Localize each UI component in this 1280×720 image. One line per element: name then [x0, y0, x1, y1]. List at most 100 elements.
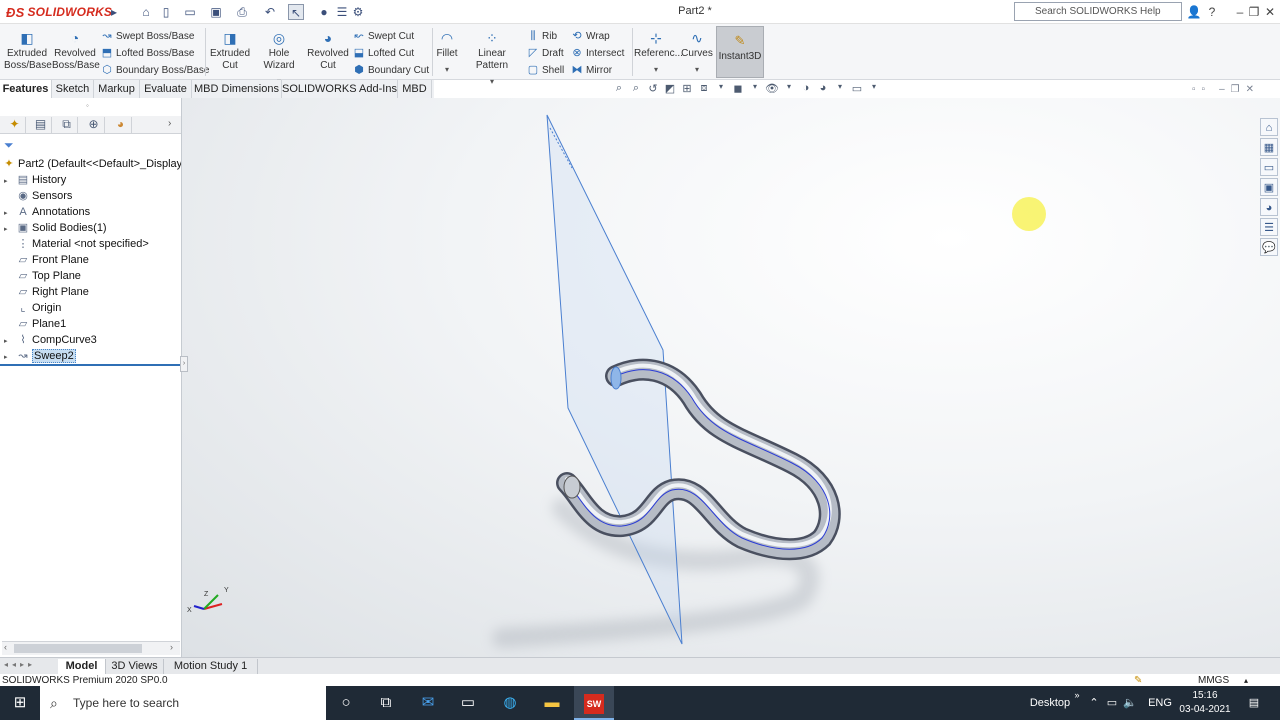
- tab-motion-study-1[interactable]: Motion Study 1: [164, 659, 258, 674]
- tab-model[interactable]: Model: [58, 659, 106, 674]
- revolved-cut-button[interactable]: ◕ Revolved Cut: [306, 26, 350, 78]
- terminal-icon[interactable]: ▭: [448, 686, 488, 720]
- notifications-icon[interactable]: ▤: [1244, 686, 1264, 720]
- tree-item[interactable]: ▱ Top Plane: [0, 268, 181, 284]
- tab-evaluate[interactable]: Evaluate: [140, 80, 192, 98]
- tab-features[interactable]: Features: [0, 80, 52, 98]
- edge-browser-icon[interactable]: ◍: [490, 686, 530, 720]
- expand-arrow-icon[interactable]: ▸: [4, 222, 12, 236]
- tab-scroll-icon[interactable]: ◂◂▸▸: [4, 660, 36, 669]
- desktop-toolbar[interactable]: Desktop: [1024, 686, 1076, 720]
- horizontal-scrollbar[interactable]: ‹ ›: [2, 641, 180, 655]
- display-manager-tab-icon[interactable]: ◕: [110, 117, 132, 133]
- mail-icon[interactable]: ✉: [408, 686, 448, 720]
- undo-icon[interactable]: ↶: [262, 4, 278, 20]
- chevron-down-icon[interactable]: ▾: [634, 64, 678, 76]
- revolved-boss-button[interactable]: ◔ Revolved Boss/Base: [52, 26, 100, 78]
- wrap-button[interactable]: ⟲ Wrap: [570, 28, 609, 44]
- display-style-icon[interactable]: ◼: [731, 82, 745, 98]
- swept-cut-button[interactable]: ↜ Swept Cut: [352, 28, 414, 44]
- task-view-icon[interactable]: ⧉: [366, 686, 406, 720]
- cortana-icon[interactable]: ○: [326, 686, 366, 720]
- rollback-bar[interactable]: [0, 364, 180, 366]
- configuration-manager-tab-icon[interactable]: ⧉: [56, 117, 78, 133]
- design-library-icon[interactable]: ▦: [1260, 138, 1278, 156]
- instant3d-button[interactable]: ✎ Instant3D: [716, 26, 764, 78]
- dynamic-annotation-icon[interactable]: ⊞: [680, 82, 694, 98]
- options-gear-icon[interactable]: ⚙: [350, 4, 366, 20]
- tab-3d-views[interactable]: 3D Views: [106, 659, 164, 674]
- tree-item[interactable]: ▸ ↝ Sweep2: [0, 348, 181, 364]
- help-search-input[interactable]: Search SOLIDWORKS Help: [1014, 2, 1182, 21]
- minimize-icon[interactable]: –: [1219, 84, 1225, 96]
- boundary-boss-button[interactable]: ⬡ Boundary Boss/Base: [100, 62, 209, 78]
- restore-icon[interactable]: ❐: [1231, 84, 1240, 96]
- sweep-profile-face[interactable]: [610, 366, 622, 390]
- filter-icon[interactable]: ⏷: [4, 138, 14, 153]
- chevron-down-icon[interactable]: ▾: [833, 82, 847, 98]
- chevron-down-icon[interactable]: ▾: [434, 64, 460, 76]
- mirror-button[interactable]: ⧓ Mirror: [570, 62, 613, 78]
- tab-sketch[interactable]: Sketch: [52, 80, 94, 98]
- scrollbar-thumb[interactable]: [14, 644, 142, 653]
- rebuild-icon[interactable]: ●: [316, 4, 332, 20]
- file-explorer-icon[interactable]: ▭: [1260, 158, 1278, 176]
- solidworks-logo[interactable]: ƉS SOLIDWORKS: [6, 3, 112, 21]
- draft-button[interactable]: ◸ Draft: [526, 45, 564, 61]
- tree-item[interactable]: ▱ Plane1: [0, 316, 181, 332]
- apply-scene-icon[interactable]: ◕: [816, 82, 830, 98]
- property-manager-tab-icon[interactable]: ▤: [30, 117, 52, 133]
- tab-mbd-dimensions[interactable]: MBD Dimensions: [192, 80, 282, 98]
- expand-arrow-icon[interactable]: ▸: [4, 350, 12, 364]
- appearances-icon[interactable]: ◕: [1260, 198, 1278, 216]
- linear-pattern-button[interactable]: ⁘ Linear Pattern ▾: [462, 26, 522, 86]
- print-icon[interactable]: ⎙: [234, 4, 250, 20]
- expand-arrow-icon[interactable]: ▸: [4, 174, 12, 188]
- scroll-right-icon[interactable]: ›: [170, 642, 173, 652]
- swept-boss-button[interactable]: ↝ Swept Boss/Base: [100, 28, 194, 44]
- panel-collapse-icon[interactable]: ›: [180, 356, 188, 372]
- chevron-right-icon[interactable]: »: [1072, 678, 1082, 712]
- close-icon[interactable]: ✕: [1246, 84, 1254, 96]
- file-properties-icon[interactable]: ☰: [334, 4, 350, 20]
- lofted-boss-button[interactable]: ⬒ Lofted Boss/Base: [100, 45, 195, 61]
- tab-markup[interactable]: Markup: [94, 80, 140, 98]
- tray-chevron-up-icon[interactable]: ⌃: [1086, 686, 1102, 720]
- expand-arrow-icon[interactable]: ▸: [4, 206, 12, 220]
- tree-item[interactable]: ▸ A Annotations: [0, 204, 181, 220]
- tile-icon[interactable]: ▫: [1192, 84, 1196, 96]
- view-orientation-icon[interactable]: ⧈: [697, 82, 711, 98]
- dimxpert-manager-tab-icon[interactable]: ⊕: [83, 117, 105, 133]
- tree-item[interactable]: ⋮ Material <not specified>: [0, 236, 181, 252]
- open-folder-icon[interactable]: ▭: [182, 4, 198, 20]
- lofted-cut-button[interactable]: ⬓ Lofted Cut: [352, 45, 414, 61]
- hole-wizard-button[interactable]: ◎Hole Wizard▾: [252, 26, 306, 86]
- sweep-end-face[interactable]: [563, 475, 581, 499]
- zoom-to-area-icon[interactable]: ⌕: [629, 82, 643, 98]
- tree-item[interactable]: ▸ ▣ Solid Bodies(1): [0, 220, 181, 236]
- scroll-left-icon[interactable]: ‹: [4, 642, 7, 652]
- custom-properties-icon[interactable]: ☰: [1260, 218, 1278, 236]
- panel-grip[interactable]: ◦: [86, 101, 89, 110]
- file-explorer-icon[interactable]: ▬: [532, 686, 572, 720]
- restore-icon[interactable]: ❐: [1246, 4, 1262, 20]
- tile-icon[interactable]: ▫: [1202, 84, 1206, 96]
- tree-item[interactable]: ⌞ Origin: [0, 300, 181, 316]
- tree-item[interactable]: ▱ Front Plane: [0, 252, 181, 268]
- solidworks-taskbar-icon[interactable]: SW: [574, 686, 614, 720]
- chevron-down-icon[interactable]: ▾: [748, 82, 762, 98]
- taskbar-search-input[interactable]: Type here to search: [40, 686, 326, 720]
- tree-item[interactable]: ▸ ▤ History: [0, 172, 181, 188]
- forum-icon[interactable]: 💬: [1260, 238, 1278, 256]
- help-icon[interactable]: ?: [1204, 4, 1220, 20]
- tab-mbd[interactable]: MBD: [398, 80, 432, 98]
- curves-button[interactable]: ∿ Curves ▾: [680, 26, 714, 78]
- boundary-cut-button[interactable]: ⬢ Boundary Cut: [352, 62, 429, 78]
- system-clock[interactable]: 15:16 03-04-2021: [1170, 689, 1240, 717]
- model-view[interactable]: Y Z X: [182, 98, 1280, 657]
- shell-button[interactable]: ▢ Shell: [526, 62, 564, 78]
- windows-start-icon[interactable]: ⊞: [0, 686, 40, 720]
- tab-solidworks-add-ins[interactable]: SOLIDWORKS Add-Ins: [282, 80, 398, 98]
- reference-geometry-button[interactable]: ⊹ Referenc... ▾: [634, 26, 683, 78]
- extruded-boss-button[interactable]: ◧ Extruded Boss/Base: [4, 26, 52, 78]
